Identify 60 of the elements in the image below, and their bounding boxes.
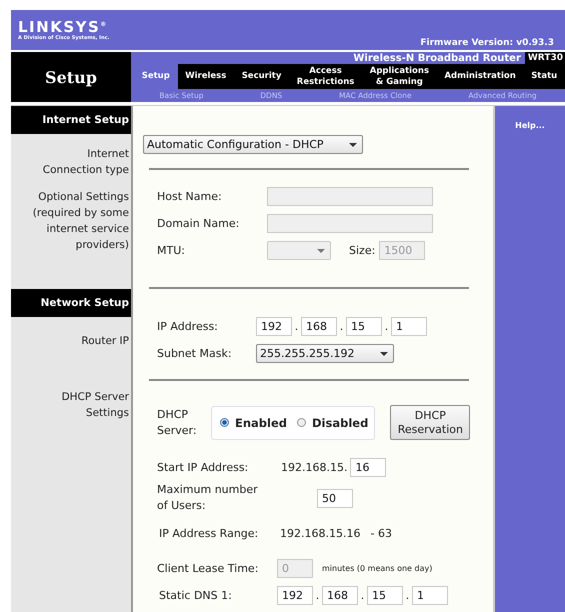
field-label: DHCP Server: <box>157 406 198 439</box>
separator-dot: . <box>314 589 320 602</box>
field-label: MTU: <box>157 244 186 257</box>
dropdown[interactable]: 255.255.255.192 <box>256 344 394 363</box>
nav-tab[interactable]: Access Restrictions <box>289 64 362 89</box>
ip-prefix: 192.168.15. <box>281 460 348 474</box>
field-label: Router IP <box>81 335 129 347</box>
nav-tab[interactable]: Administration <box>436 64 524 89</box>
field-label: Maximum number of Users: <box>157 482 259 514</box>
caret-icon <box>317 248 325 252</box>
separator-dot: . <box>384 320 390 333</box>
input-field[interactable]: 168 <box>322 586 358 605</box>
range-start: 192.168.15.16 <box>280 527 360 540</box>
lease-note: minutes (0 means one day) <box>322 564 432 573</box>
radio-label: Disabled <box>312 416 368 430</box>
nav-tab[interactable]: Security <box>234 64 290 89</box>
caret-icon <box>349 142 357 146</box>
field-label: Host Name: <box>157 190 223 203</box>
logo: LINKSYS$^{®}$ <box>18 17 108 35</box>
separator-dot: . <box>404 589 410 602</box>
input-field[interactable]: 50 <box>317 488 353 508</box>
input-field[interactable]: 1 <box>391 317 427 336</box>
field-label: Client Lease Time: <box>157 562 260 575</box>
range-end: - 63 <box>370 527 392 540</box>
caret-icon <box>380 352 388 356</box>
input-field[interactable]: 1 <box>412 586 448 605</box>
separator-dot: . <box>338 320 344 333</box>
help-link[interactable]: Help... <box>515 121 545 130</box>
product-name: Wireless-N Broadband Router <box>353 52 522 64</box>
field-label: Start IP Address: <box>157 460 250 474</box>
reservation-button[interactable]: DHCP Reservation <box>390 405 470 440</box>
radio-button[interactable] <box>220 418 229 428</box>
nav-tab[interactable]: Wireless <box>178 64 234 89</box>
field-label: Domain Name: <box>157 217 240 230</box>
section-heading: Network Setup <box>11 289 131 317</box>
nav-tab[interactable]: Applications & Gaming <box>362 64 437 89</box>
input-field[interactable]: 192 <box>277 586 313 605</box>
field-label: DHCP Server Settings <box>62 391 129 419</box>
field-label: IP Address: <box>157 320 219 333</box>
section-title: Setup <box>11 52 131 102</box>
field-label: Size: <box>349 244 376 257</box>
dropdown[interactable]: Automatic Configuration - DHCP <box>143 135 363 154</box>
radio-button[interactable] <box>297 418 306 428</box>
model-name: WRT30 <box>524 52 565 64</box>
field-label: Internet Connection type <box>42 148 129 176</box>
separator-dot: . <box>294 320 300 333</box>
field-label: Static DNS 1: <box>159 589 233 602</box>
nav-tab[interactable]: Statu <box>523 64 565 89</box>
input-field[interactable]: 168 <box>301 317 337 336</box>
field-label: Optional Settings (required by some internet service providers) <box>32 191 129 251</box>
radio-label: Enabled <box>235 416 288 430</box>
separator-dot: . <box>360 589 366 602</box>
field-label: Subnet Mask: <box>157 347 233 360</box>
input-field[interactable]: 15 <box>367 586 403 605</box>
input-field[interactable]: 15 <box>346 317 382 336</box>
firmware-version: Firmware Version: v0.93.3 <box>420 38 555 50</box>
field-label: IP Address Range: <box>159 527 260 540</box>
input-field[interactable]: 16 <box>350 458 386 477</box>
section-heading: Internet Setup <box>11 106 131 134</box>
input-field[interactable]: 192 <box>256 317 292 336</box>
